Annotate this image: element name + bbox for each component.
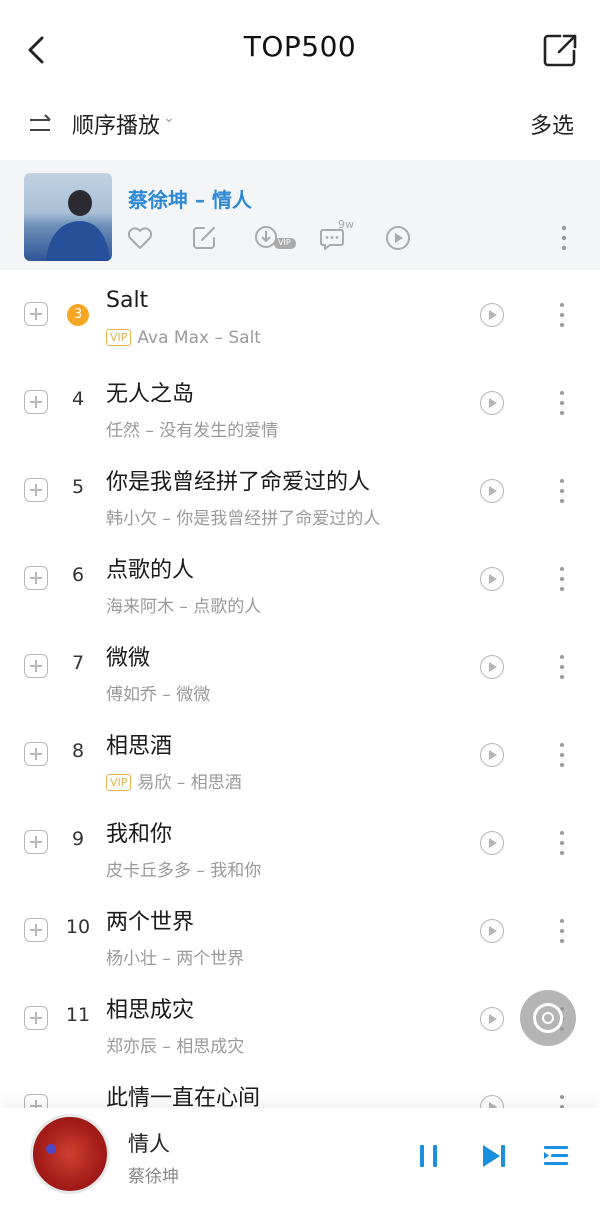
album-disc[interactable] [30,1114,110,1194]
add-icon[interactable] [24,478,48,502]
play-circle-icon[interactable] [480,919,504,943]
song-title: 相思成灾 [106,998,195,1023]
list-item[interactable]: 8 相思酒 VIP 易欣 – 相思酒 [0,710,600,798]
song-subtitle: 杨小壮 – 两个世界 [106,949,245,969]
more-vertical-icon[interactable] [556,919,568,943]
sequential-play-icon[interactable] [26,110,56,140]
play-circle-icon[interactable] [480,743,504,767]
pause-icon[interactable] [416,1140,444,1172]
play-mode-bar: 顺序播放 ⌄ 多选 [0,100,600,156]
mini-player-artist: 蔡徐坤 [128,1167,179,1187]
song-subtitle: VIP Ava Max – Salt [106,328,261,348]
add-icon[interactable] [24,918,48,942]
mini-player-title: 情人 [128,1132,170,1156]
mini-player[interactable]: 情人 蔡徐坤 [0,1108,600,1216]
play-circle-icon[interactable] [480,831,504,855]
more-vertical-icon[interactable] [556,391,568,415]
list-item[interactable]: 6 点歌的人 海来阿木 – 点歌的人 [0,534,600,622]
more-vertical-icon[interactable] [556,831,568,855]
play-circle-icon[interactable] [480,655,504,679]
add-icon[interactable] [24,566,48,590]
more-vertical-icon[interactable] [556,655,568,679]
page-title: TOP500 [243,30,357,63]
current-song-actions: VIP 9w [126,218,426,256]
current-song-card[interactable]: 蔡徐坤 – 情人 VIP 9w [0,160,600,270]
more-vertical-icon[interactable] [556,303,568,327]
song-title: 点歌的人 [106,558,195,583]
album-cover [24,173,112,261]
play-circle-icon[interactable] [480,479,504,503]
song-title: 相思酒 [106,734,173,759]
more-vertical-icon[interactable] [558,224,570,252]
song-artist-album: 易欣 – 相思酒 [137,773,242,793]
song-title: 无人之岛 [106,382,195,407]
add-icon[interactable] [24,1006,48,1030]
song-title: 两个世界 [106,910,195,935]
play-circle-icon[interactable] [480,391,504,415]
vip-badge: VIP [106,329,132,346]
vip-badge: VIP [278,238,291,247]
add-icon[interactable] [24,742,48,766]
play-order-dropdown[interactable]: 顺序播放 [72,108,160,140]
rank-number: 9 [71,828,85,850]
share-icon[interactable] [190,224,218,256]
comment-count: 9w [338,218,354,231]
list-item[interactable]: 5 你是我曾经拼了命爱过的人 韩小欠 – 你是我曾经拼了命爱过的人 [0,446,600,534]
more-vertical-icon[interactable] [556,743,568,767]
locate-current-song-button[interactable] [520,990,576,1046]
app-header: TOP500 [0,0,600,100]
song-subtitle: 任然 – 没有发生的爱情 [106,421,279,441]
song-title: 你是我曾经拼了命爱过的人 [106,470,371,495]
play-circle-icon[interactable] [480,1007,504,1031]
song-title: 微微 [106,646,151,671]
play-circle-icon[interactable] [384,224,412,256]
rank-number: 8 [71,740,85,762]
playlist-queue-icon[interactable] [542,1140,570,1172]
list-item[interactable]: 10 两个世界 杨小壮 – 两个世界 [0,886,600,974]
list-item[interactable]: 11 相思成灾 郑亦辰 – 相思成灾 [0,974,600,1062]
song-title: 我和你 [106,822,173,847]
add-icon[interactable] [24,390,48,414]
rank-number: 10 [65,916,91,938]
rank-badge: 3 [67,304,89,326]
song-subtitle: 傅如乔 – 微微 [106,685,211,705]
rank-number: 7 [71,652,85,674]
play-circle-icon[interactable] [480,567,504,591]
vip-badge: VIP [106,774,132,791]
song-subtitle: 郑亦辰 – 相思成灾 [106,1037,245,1057]
add-icon[interactable] [24,830,48,854]
current-song-title: 蔡徐坤 – 情人 [128,188,252,212]
song-subtitle: VIP 易欣 – 相思酒 [106,768,242,793]
song-subtitle: 韩小欠 – 你是我曾经拼了命爱过的人 [106,509,381,529]
list-item[interactable]: 7 微微 傅如乔 – 微微 [0,622,600,710]
rank-number: 11 [65,1004,91,1026]
rank-number: 6 [71,564,85,586]
rank-number: 5 [71,476,85,498]
add-icon[interactable] [24,654,48,678]
share-icon[interactable] [540,30,580,70]
song-subtitle: 海来阿木 – 点歌的人 [106,597,262,617]
next-track-icon[interactable] [480,1140,508,1172]
play-circle-icon[interactable] [480,303,504,327]
list-item[interactable]: 4 无人之岛 任然 – 没有发生的爱情 [0,358,600,446]
more-vertical-icon[interactable] [556,567,568,591]
list-item[interactable]: 9 我和你 皮卡丘多多 – 我和你 [0,798,600,886]
multi-select-button[interactable]: 多选 [530,108,574,140]
heart-icon[interactable] [126,224,154,256]
song-title: Salt [106,288,149,313]
add-icon[interactable] [24,302,48,326]
song-artist-album: Ava Max – Salt [137,328,261,348]
chevron-down-icon: ⌄ [163,110,175,126]
song-subtitle: 皮卡丘多多 – 我和你 [106,861,262,881]
rank-number: 4 [71,388,85,410]
more-vertical-icon[interactable] [556,479,568,503]
list-item[interactable]: 3 Salt VIP Ava Max – Salt [0,270,600,358]
